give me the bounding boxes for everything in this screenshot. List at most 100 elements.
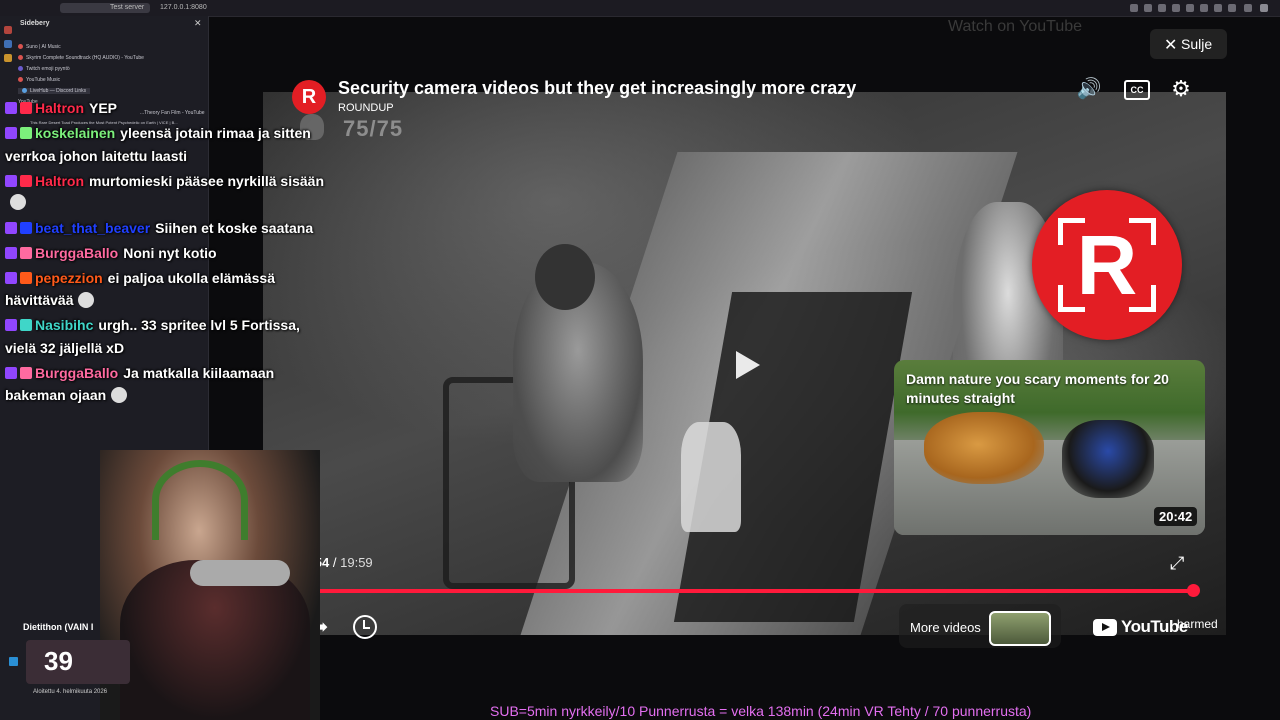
extension-icon[interactable] <box>1172 4 1180 12</box>
chat-message: hävittävää <box>5 292 95 308</box>
extension-icon[interactable] <box>1144 4 1152 12</box>
chat-badge-icon <box>5 367 17 379</box>
suggested-video-title: Damn nature you scary moments for 20 min… <box>906 371 1169 406</box>
chat-text: YEP <box>89 100 118 116</box>
sidebar-item-label: Suno | AI Music <box>26 44 61 50</box>
chat-username[interactable]: koskelainen <box>35 125 115 141</box>
sidebar-item-label: ...Theory Fan Film - YouTube <box>140 110 205 116</box>
video-title[interactable]: Security camera videos but they get incr… <box>338 78 856 99</box>
progress-scrubber[interactable] <box>1186 584 1200 597</box>
watch-on-youtube-link[interactable]: Watch on YouTube <box>948 18 1082 36</box>
sidebar-item-label: Twitch emoji pyyntö <box>26 66 70 72</box>
progress-bar-fill <box>263 589 1194 593</box>
tab-favicon <box>18 44 23 50</box>
card-thumbnail-lion <box>924 412 1044 484</box>
gear-icon[interactable]: ⚙ <box>1168 78 1194 100</box>
chat-badge-icon <box>5 319 17 331</box>
minimize-icon[interactable] <box>1244 4 1252 12</box>
chat-message: pepezzion ei paljoa ukolla elämässä <box>5 270 275 286</box>
chat-badge-icon <box>20 319 32 331</box>
close-icon: ✕ <box>1164 37 1178 54</box>
chat-text: ei paljoa ukolla elämässä <box>107 270 275 286</box>
panel-icon[interactable] <box>4 26 12 34</box>
youtube-logo-icon[interactable] <box>1093 619 1117 636</box>
extension-icon[interactable] <box>1130 4 1138 12</box>
video-duration: 19:59 <box>340 555 373 570</box>
extension-icon[interactable] <box>1214 4 1222 12</box>
sidebar-tab-item-active[interactable]: LiveHub — Discord Links <box>18 88 91 94</box>
more-videos-thumbnail[interactable] <box>989 611 1051 646</box>
chat-username[interactable]: Haltron <box>35 173 84 189</box>
chat-text: murtomieski pääsee nyrkillä sisään <box>89 173 325 189</box>
chat-text: bakeman ojaan <box>5 387 107 403</box>
channel-avatar-letter: R <box>301 86 317 108</box>
chat-username[interactable]: Nasibihc <box>35 317 93 333</box>
chat-emote-icon <box>10 194 26 210</box>
video-scene-person-head <box>535 244 595 310</box>
chat-message: bakeman ojaan <box>5 387 128 403</box>
chat-badge-icon <box>20 127 32 139</box>
chat-text: Noni nyt kotio <box>123 245 217 261</box>
goal-value: 39 <box>44 646 73 676</box>
play-icon <box>736 351 760 379</box>
chat-message: BurggaBallo Noni nyt kotio <box>5 245 217 261</box>
chat-username[interactable]: BurggaBallo <box>35 245 118 261</box>
goal-date: Aloitettu 4. helmikuuta 2026 <box>33 689 108 695</box>
sidebar-tab-item[interactable]: YouTube Music <box>18 77 60 83</box>
chat-badge-icon <box>20 175 32 187</box>
close-button-label: Sulje <box>1181 36 1213 52</box>
suggested-video-card[interactable]: Damn nature you scary moments for 20 min… <box>894 360 1205 535</box>
sidebar-tab-item[interactable]: Twitch emoji pyyntö <box>18 66 70 72</box>
browser-url[interactable]: 127.0.0.1:8080 <box>160 3 360 13</box>
tab-favicon <box>18 66 23 72</box>
sidebar-tab-item[interactable]: Suno | AI Music <box>18 44 61 50</box>
captions-icon[interactable]: CC <box>1124 80 1150 100</box>
chat-badge-icon <box>5 272 17 284</box>
extension-icon[interactable] <box>1158 4 1166 12</box>
clock-icon[interactable] <box>353 615 377 639</box>
time-separator: / <box>332 555 337 570</box>
chat-username[interactable]: BurggaBallo <box>35 365 118 381</box>
chat-badge-icon <box>20 367 32 379</box>
expand-icon[interactable]: ⤢ <box>1170 553 1184 574</box>
sidebery-close-icon[interactable]: ✕ <box>194 18 202 29</box>
panel-icon[interactable] <box>4 54 12 62</box>
chat-emote-icon <box>111 387 128 403</box>
extension-icon[interactable] <box>1200 4 1208 12</box>
browser-tab-strip: Test server 127.0.0.1:8080 <box>0 0 1280 17</box>
chat-username[interactable]: Haltron <box>35 100 84 116</box>
chat-emote-icon <box>78 292 95 308</box>
chat-text: verrkoa johon laitettu laasti <box>5 148 188 164</box>
webcam-microphone <box>190 560 290 586</box>
chat-username[interactable]: beat_that_beaver <box>35 220 150 236</box>
close-icon[interactable] <box>1260 4 1268 12</box>
chat-badge-icon <box>5 175 17 187</box>
volume-icon[interactable]: 🔊 <box>1076 78 1102 100</box>
overlay-counter: 75/75 <box>343 116 404 141</box>
chat-message: vielä 32 jäljellä xD <box>5 340 124 356</box>
panel-icon[interactable] <box>4 40 12 48</box>
suggested-video-duration: 20:42 <box>1154 507 1198 526</box>
sidebery-title: Sidebery <box>20 20 50 27</box>
chat-badge-icon <box>5 222 17 234</box>
extension-icon[interactable] <box>1186 4 1194 12</box>
sidebar-tab-item[interactable]: Skyrim Complete Soundtrack (HQ AUDIO) - … <box>18 55 144 61</box>
card-thumbnail-motorcycle <box>1062 420 1154 498</box>
sub-ticker: SUB=5min nyrkkeily/10 Punnerrusta = velk… <box>490 703 1032 719</box>
tab-favicon <box>22 88 27 94</box>
chat-text: vielä 32 jäljellä xD <box>5 340 125 356</box>
chat-badge-icon <box>5 127 17 139</box>
menu-icon[interactable] <box>1228 4 1236 12</box>
channel-logo-watermark: R <box>1032 190 1182 340</box>
goal-label: Dietithon (VAIN I <box>23 622 94 632</box>
chat-text: urgh.. 33 spritee lvl 5 Fortissa, <box>98 317 300 333</box>
sidebar-item-label: Skyrim Complete Soundtrack (HQ AUDIO) - … <box>26 55 144 61</box>
channel-avatar[interactable]: R <box>292 80 326 114</box>
chat-message: Haltron YEP <box>5 100 117 116</box>
chat-message: BurggaBallo Ja matkalla kiilaamaan <box>5 365 274 381</box>
chat-message: Nasibihc urgh.. 33 spritee lvl 5 Fortissa… <box>5 317 300 333</box>
chat-badge-icon <box>20 247 32 259</box>
chat-username[interactable]: pepezzion <box>35 270 103 286</box>
channel-name[interactable]: ROUNDUP <box>338 102 394 114</box>
sidebar-tab-item[interactable]: ...Theory Fan Film - YouTube <box>140 110 205 116</box>
